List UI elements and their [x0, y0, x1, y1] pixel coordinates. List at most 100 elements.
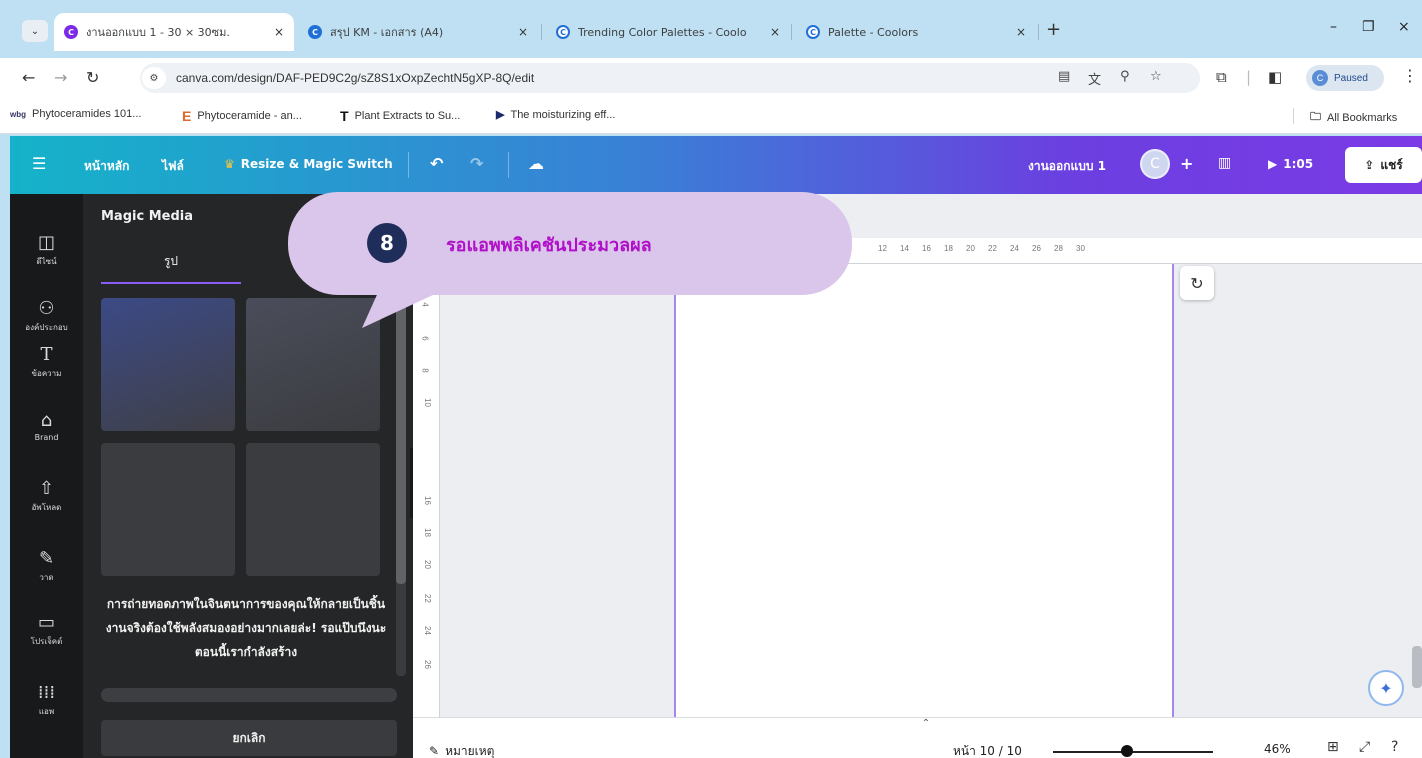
url-text[interactable]: canva.com/design/DAF-PED9C2g/sZ8S1xOxpZe…: [176, 71, 534, 85]
tab-canva-design[interactable]: C งานออกแบบ 1 - 30 × 30ซม. ×: [54, 13, 294, 51]
window-close-button[interactable]: ×: [1398, 19, 1410, 35]
all-bookmarks-label: All Bookmarks: [1327, 111, 1398, 124]
coolors-favicon-icon: C: [556, 25, 570, 39]
magic-sparkle-icon[interactable]: ✦: [1368, 670, 1404, 706]
reload-icon[interactable]: ↻: [86, 68, 99, 87]
menu-hamburger-icon[interactable]: ☰: [32, 154, 46, 173]
cancel-button[interactable]: ยกเลิก: [101, 720, 397, 756]
bookmark-item[interactable]: T Plant Extracts to Su...: [340, 108, 460, 124]
notes-button[interactable]: ✎ หมายเหตุ: [429, 742, 494, 758]
file-menu-button[interactable]: ไฟล์: [162, 157, 184, 176]
home-button[interactable]: หน้าหลัก: [84, 157, 129, 176]
help-icon[interactable]: ?: [1391, 739, 1398, 755]
generation-progress-bar: [101, 688, 397, 702]
tab-divider: [1038, 24, 1039, 40]
show-pages-chevron-icon[interactable]: ⌃: [906, 718, 946, 732]
tab-title: สรุป KM - เอกสาร (A4): [330, 26, 444, 39]
undo-icon[interactable]: ↶: [430, 154, 443, 173]
regenerate-refresh-icon[interactable]: ↻: [1180, 266, 1214, 300]
site-settings-icon[interactable]: ⚙: [142, 67, 166, 89]
folder-icon: 🗀: [1310, 111, 1321, 123]
resize-magic-switch-button[interactable]: ♛ Resize & Magic Switch: [224, 157, 393, 171]
page-indicator[interactable]: หน้า 10 / 10: [953, 742, 1022, 758]
forward-arrow-icon[interactable]: →: [54, 68, 67, 87]
zoom-icon[interactable]: ⚲: [1120, 69, 1130, 84]
ruler-tick-label: 20: [966, 244, 975, 253]
collaborator-avatar[interactable]: C: [1140, 149, 1170, 179]
profile-button[interactable]: C Paused: [1306, 65, 1384, 91]
bookmark-item[interactable]: ▶ The moisturizing eff...: [496, 108, 616, 122]
rail-item-brand[interactable]: ⌂ Brand: [10, 410, 83, 442]
cloud-saved-icon[interactable]: ☁: [528, 154, 544, 173]
bookmark-favicon-icon: T: [340, 108, 349, 124]
ruler-vertical: 4 6 8 10 16 18 20 22 24 26: [413, 238, 440, 717]
generated-image-placeholder: [101, 298, 235, 431]
bookmark-favicon-icon: ▶: [496, 109, 505, 121]
rail-item-projects[interactable]: ▭ โปรเจ็คต์: [10, 612, 83, 648]
present-button[interactable]: ▶ 1:05: [1268, 157, 1313, 171]
rail-label: วาด: [39, 573, 54, 582]
tab-trending-palettes[interactable]: C Trending Color Palettes - Coolo ×: [546, 14, 790, 50]
tab-km-summary[interactable]: C สรุป KM - เอกสาร (A4) ×: [298, 14, 538, 50]
tab-search-button[interactable]: ⌄: [22, 20, 48, 42]
rail-item-upload[interactable]: ⇧ อัพโหลด: [10, 478, 83, 514]
bookmark-star-icon[interactable]: ☆: [1150, 69, 1162, 84]
design-page-canvas[interactable]: [674, 264, 1174, 717]
insights-chart-icon[interactable]: ▥: [1218, 155, 1231, 171]
bookmark-item[interactable]: wbg Phytoceramides 101...: [10, 108, 141, 120]
header-divider: [508, 152, 509, 178]
clipboard-icon[interactable]: ▤: [1058, 69, 1070, 84]
tab-palette-coolors[interactable]: C Palette - Coolors ×: [796, 14, 1036, 50]
text-icon: T: [40, 344, 53, 365]
rail-item-apps[interactable]: ⁞⁞⁞ แอพ: [10, 682, 83, 718]
bookmarks-bar: wbg Phytoceramides 101... E Phytoceramid…: [0, 98, 1422, 134]
tab-close-icon[interactable]: ×: [274, 25, 284, 39]
invite-add-button[interactable]: +: [1180, 154, 1193, 173]
rail-item-elements[interactable]: ⚇ องค์ประกอบ: [10, 298, 83, 334]
rail-item-text[interactable]: T ข้อความ: [10, 344, 83, 380]
bookmark-label: The moisturizing eff...: [510, 108, 616, 121]
rail-item-design[interactable]: ◫ ดีไซน์: [10, 232, 83, 268]
tab-close-icon[interactable]: ×: [518, 25, 528, 39]
ruler-tick-label: 16: [922, 244, 931, 253]
ruler-tick-label: 8: [420, 368, 430, 373]
active-tab-indicator: [101, 282, 241, 284]
redo-icon[interactable]: ↷: [470, 154, 483, 173]
grid-view-icon[interactable]: ⊞: [1327, 739, 1339, 755]
translate-icon[interactable]: 文: [1088, 69, 1101, 88]
tab-close-icon[interactable]: ×: [1016, 25, 1026, 39]
zoom-slider-knob[interactable]: [1121, 745, 1133, 757]
all-bookmarks-button[interactable]: 🗀 All Bookmarks: [1310, 108, 1397, 127]
side-panel-icon[interactable]: ◧: [1268, 68, 1282, 86]
rail-label: แอพ: [38, 707, 55, 716]
browser-menu-icon[interactable]: ⋮: [1402, 66, 1418, 85]
panel-scrollbar[interactable]: [396, 294, 406, 676]
ruler-tick-label: 30: [1076, 244, 1085, 253]
minimize-button[interactable]: –: [1330, 19, 1337, 35]
workspace-scrollbar[interactable]: [1412, 646, 1422, 688]
callout-text: รอแอพพลิเคชันประมวลผล: [446, 235, 652, 256]
zoom-slider-track[interactable]: [1053, 751, 1213, 753]
tab-images[interactable]: รูป: [101, 252, 241, 271]
header-divider: [408, 152, 409, 178]
ruler-tick-label: 26: [1032, 244, 1041, 253]
generated-image-placeholder: [101, 443, 235, 576]
ruler-tick-label: 24: [1010, 244, 1019, 253]
design-title[interactable]: งานออกแบบ 1: [1028, 157, 1106, 176]
back-arrow-icon[interactable]: ←: [22, 68, 35, 87]
restore-button[interactable]: ❐: [1362, 19, 1375, 35]
address-bar[interactable]: ⚙ canva.com/design/DAF-PED9C2g/sZ8S1xOxp…: [140, 63, 1200, 93]
zoom-level[interactable]: 46%: [1264, 742, 1291, 756]
extensions-icon[interactable]: ⧉: [1216, 68, 1227, 86]
tab-close-icon[interactable]: ×: [770, 25, 780, 39]
new-tab-button[interactable]: +: [1046, 19, 1061, 40]
share-button[interactable]: ⇪ แชร์: [1345, 147, 1422, 183]
generation-status-message: การถ่ายทอดภาพในจินตนาการของคุณให้กลายเป็…: [105, 597, 387, 659]
panel-scroll-thumb[interactable]: [396, 294, 406, 584]
generated-image-placeholder: [246, 443, 380, 576]
notes-icon: ✎: [429, 744, 440, 758]
bookmark-item[interactable]: E Phytoceramide - an...: [182, 108, 302, 124]
rail-item-draw[interactable]: ✎ วาด: [10, 548, 83, 584]
folder-icon: ▭: [37, 612, 55, 633]
fullscreen-icon[interactable]: ⤢: [1359, 739, 1370, 755]
